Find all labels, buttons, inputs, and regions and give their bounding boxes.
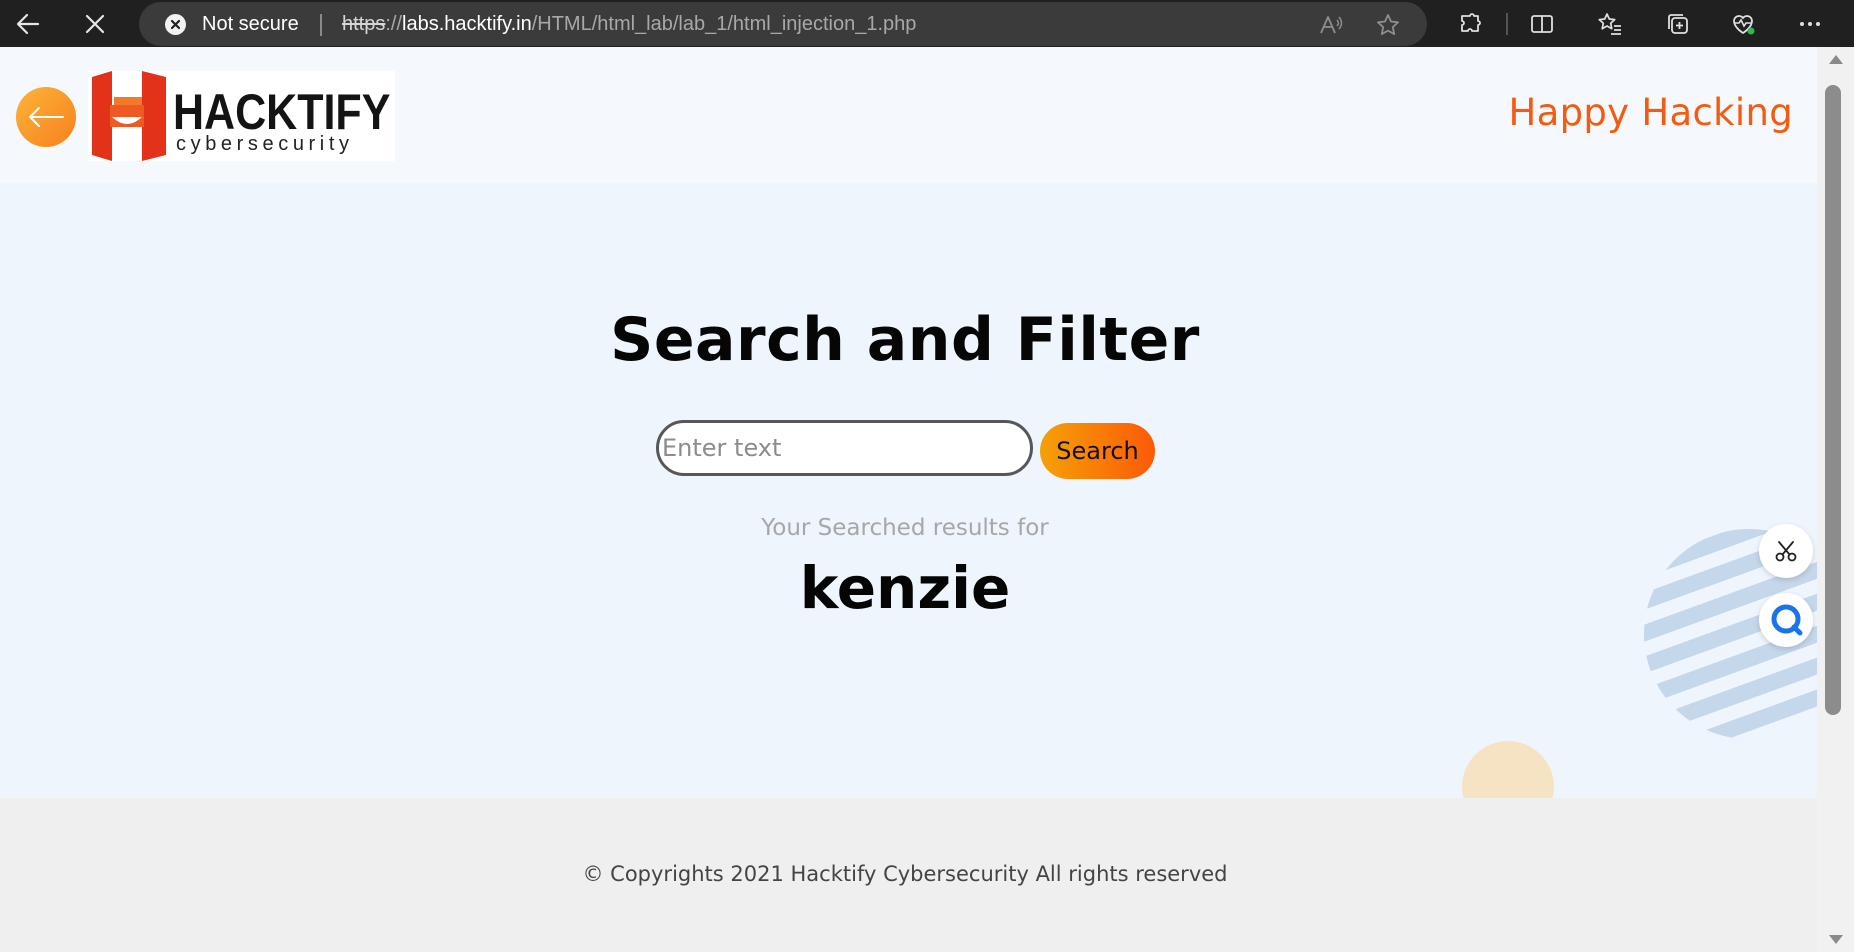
more-menu-icon[interactable] [1795,9,1825,39]
url-separator: :// [385,13,403,35]
browser-toolbar: Not secure https://labs.hacktify.in/HTML… [0,0,1854,47]
url-host: labs.hacktify.in [402,13,532,35]
not-secure-icon[interactable] [165,14,186,35]
address-divider [320,14,322,36]
toolbar-divider [1506,13,1508,35]
site-header: HACKTIFY cybersecurity Happy Hacking [0,47,1817,183]
site-footer: © Copyrights 2021 Hacktify Cybersecurity… [0,798,1817,952]
header-tagline: Happy Hacking [1508,91,1793,134]
scroll-down-arrow-icon[interactable] [1829,935,1843,944]
address-bar[interactable]: Not secure https://labs.hacktify.in/HTML… [139,2,1427,46]
extensions-icon[interactable] [1455,9,1485,39]
url-text[interactable]: https://labs.hacktify.in/HTML/html_lab/l… [342,13,916,36]
web-page: HACKTIFY cybersecurity Happy Hacking Sea… [0,47,1817,952]
copilot-chat-button[interactable] [1759,593,1813,647]
hacktify-h-mark-icon [92,71,166,161]
results-label: Your Searched results for [761,515,1049,541]
scroll-up-arrow-icon[interactable] [1829,55,1843,64]
hacktify-logo[interactable]: HACKTIFY cybersecurity [88,71,395,161]
search-input[interactable] [656,420,1033,476]
searched-term: kenzie [799,554,1011,622]
security-label[interactable]: Not secure [202,13,299,36]
logo-subtitle: cybersecurity [176,133,354,155]
favorite-star-icon[interactable] [1375,12,1401,38]
arrow-left-icon [16,13,40,35]
site-back-button[interactable] [16,87,76,147]
stop-loading-button[interactable] [77,6,113,42]
url-path: /HTML/html_lab/lab_1/html_injection_1.ph… [531,13,917,35]
chat-bubble-icon [1771,604,1803,636]
url-scheme: https [342,13,386,35]
scissors-icon [1775,541,1797,562]
close-icon [85,14,105,34]
page-title: Search and Filter [610,305,1200,375]
scrollbar-thumb[interactable] [1825,85,1841,715]
screenshot-tool-button[interactable] [1759,524,1813,578]
search-button[interactable]: Search [1040,423,1155,479]
arrow-left-icon [29,107,64,127]
browser-essentials-icon[interactable] [1728,9,1758,39]
logo-wordmark: HACKTIFY [173,84,391,140]
read-aloud-icon[interactable] [1318,12,1344,38]
collections-icon[interactable] [1663,9,1693,39]
back-button[interactable] [10,6,46,42]
favorites-icon[interactable] [1595,9,1625,39]
copyright-text: © Copyrights 2021 Hacktify Cybersecurity… [582,862,1228,886]
split-screen-icon[interactable] [1527,9,1557,39]
page-scrollbar[interactable] [1817,47,1854,952]
